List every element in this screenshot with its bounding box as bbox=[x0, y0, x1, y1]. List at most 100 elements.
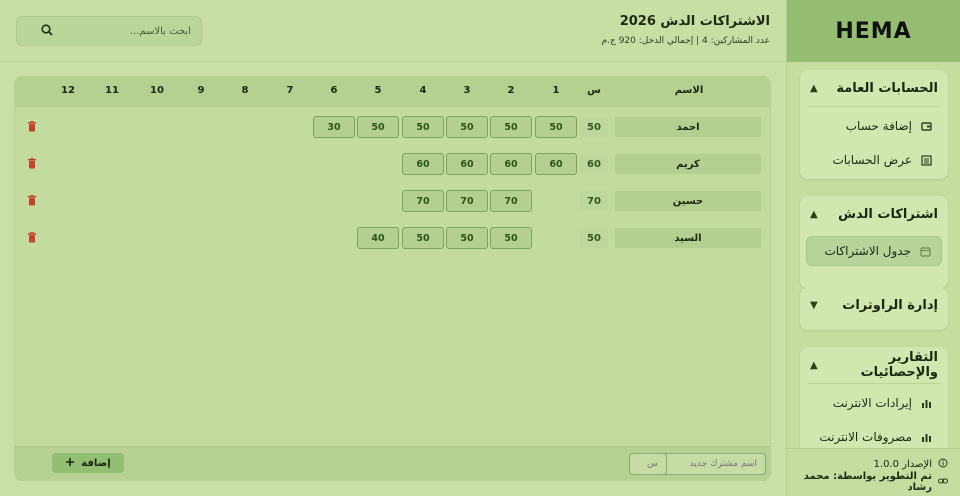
table-row: كريم 60 60 60 60 60 bbox=[15, 151, 770, 179]
section-header-general-accounts[interactable]: الحسابات العامة ▲ bbox=[800, 70, 948, 106]
section-header-reports[interactable]: التقارير والإحصائيات ▲ bbox=[800, 347, 948, 383]
row-s-value[interactable]: 50 bbox=[580, 228, 608, 248]
top-header: الاشتراكات الدش 2026 عدد المشاركين: 4 | … bbox=[0, 0, 786, 62]
row-name[interactable]: احمد bbox=[615, 117, 761, 137]
section-routers: إدارة الراوترات ▼ bbox=[800, 288, 948, 330]
row-name[interactable]: السيد bbox=[615, 228, 761, 248]
sidebar-nav: الحسابات العامة ▲ إضافة حساب عرض الحسابا… bbox=[787, 62, 960, 448]
payment-cell[interactable]: 60 bbox=[535, 153, 577, 175]
sidebar-item-internet-expenses[interactable]: مصروفات الانترنت bbox=[806, 422, 942, 448]
payment-cell[interactable]: 30 bbox=[313, 116, 355, 138]
column-header-month: 9 bbox=[197, 85, 205, 96]
developer-line[interactable]: تم التطوير بواسطة: محمد رشاد bbox=[799, 471, 948, 493]
sidebar: HEMA الحسابات العامة ▲ إضافة حساب عرض ال… bbox=[786, 0, 960, 496]
section-general-accounts: الحسابات العامة ▲ إضافة حساب عرض الحسابا… bbox=[800, 70, 948, 179]
list-icon bbox=[920, 154, 932, 166]
search-input[interactable] bbox=[61, 25, 191, 37]
link-icon bbox=[938, 476, 948, 489]
add-subscriber-form: إضافة bbox=[15, 446, 770, 480]
column-header-month: 4 bbox=[419, 85, 427, 96]
payment-cell[interactable]: 50 bbox=[535, 116, 577, 138]
search-box[interactable] bbox=[16, 16, 202, 46]
sidebar-item-internet-revenue[interactable]: إيرادات الانترنت bbox=[806, 388, 942, 418]
chevron-down-icon: ▼ bbox=[810, 299, 818, 311]
page-title: الاشتراكات الدش 2026 bbox=[619, 14, 770, 29]
column-header-month: 6 bbox=[330, 85, 338, 96]
payment-cell[interactable]: 50 bbox=[357, 116, 399, 138]
payment-cell[interactable]: 60 bbox=[446, 153, 488, 175]
payment-cell[interactable]: 50 bbox=[446, 227, 488, 249]
version-text: الإصدار 1.0.0 bbox=[873, 458, 932, 470]
column-header-month: 10 bbox=[150, 85, 164, 96]
add-button[interactable]: إضافة bbox=[52, 453, 124, 473]
payment-cell[interactable]: 70 bbox=[490, 190, 532, 212]
section-reports: التقارير والإحصائيات ▲ إيرادات الانترنت … bbox=[800, 347, 948, 448]
payment-cell[interactable]: 70 bbox=[446, 190, 488, 212]
section-header-routers[interactable]: إدارة الراوترات ▼ bbox=[800, 289, 948, 321]
sidebar-item-view-accounts[interactable]: عرض الحسابات bbox=[806, 145, 942, 175]
column-header-month: 7 bbox=[286, 85, 294, 96]
row-name[interactable]: حسين bbox=[615, 191, 761, 211]
column-header-month: 8 bbox=[241, 85, 249, 96]
payment-cell[interactable]: 50 bbox=[490, 116, 532, 138]
column-header-month: 3 bbox=[463, 85, 471, 96]
search-icon[interactable] bbox=[41, 23, 53, 39]
payment-cell[interactable]: 50 bbox=[402, 116, 444, 138]
column-header-s: س bbox=[587, 85, 601, 96]
column-header-month: 12 bbox=[61, 85, 75, 96]
column-header-month: 2 bbox=[507, 85, 515, 96]
divider bbox=[808, 106, 940, 107]
column-header-month: 11 bbox=[105, 85, 119, 96]
trash-icon[interactable] bbox=[27, 158, 39, 170]
table-row: السيد 50 50 50 50 40 bbox=[15, 225, 770, 253]
chevron-up-icon: ▲ bbox=[810, 82, 818, 94]
payment-cell[interactable]: 70 bbox=[402, 190, 444, 212]
payment-cell[interactable]: 60 bbox=[490, 153, 532, 175]
row-s-value[interactable]: 50 bbox=[580, 117, 608, 137]
calendar-icon bbox=[919, 245, 931, 257]
section-title: إدارة الراوترات bbox=[842, 297, 938, 313]
row-s-value[interactable]: 60 bbox=[580, 154, 608, 174]
chevron-up-icon: ▲ bbox=[810, 208, 818, 220]
developer-text: تم التطوير بواسطة: محمد رشاد bbox=[803, 471, 932, 493]
sidebar-footer: الإصدار 1.0.0 تم التطوير بواسطة: محمد رش… bbox=[787, 448, 960, 496]
section-title: اشتراكات الدش bbox=[838, 206, 938, 222]
payment-cell[interactable]: 50 bbox=[446, 116, 488, 138]
payment-cell[interactable]: 50 bbox=[402, 227, 444, 249]
payment-cell[interactable]: 60 bbox=[402, 153, 444, 175]
info-icon bbox=[938, 458, 948, 471]
trash-icon[interactable] bbox=[27, 195, 39, 207]
row-s-value[interactable]: 70 bbox=[580, 191, 608, 211]
section-title: التقارير والإحصائيات bbox=[860, 350, 938, 380]
brand-logo: HEMA bbox=[787, 0, 960, 62]
section-dish-subscriptions: اشتراكات الدش ▲ جدول الاشتراكات bbox=[800, 196, 948, 288]
sidebar-item-add-account[interactable]: إضافة حساب bbox=[806, 111, 942, 141]
sidebar-item-label: جدول الاشتراكات bbox=[824, 244, 911, 258]
row-name[interactable]: كريم bbox=[615, 154, 761, 174]
column-header-month: 5 bbox=[374, 85, 382, 96]
wallet-icon bbox=[920, 120, 932, 132]
sidebar-item-label: إضافة حساب bbox=[845, 119, 912, 133]
bar-chart-icon bbox=[920, 397, 932, 409]
sidebar-item-label: إيرادات الانترنت bbox=[832, 396, 912, 410]
payment-cell[interactable]: 50 bbox=[490, 227, 532, 249]
bar-chart-icon bbox=[920, 431, 932, 443]
section-title: الحسابات العامة bbox=[836, 80, 938, 96]
table-row: احمد 50 50 50 50 50 50 30 bbox=[15, 114, 770, 142]
sidebar-item-label: عرض الحسابات bbox=[832, 153, 913, 167]
subscriptions-table: الاسم س 1 2 3 4 5 6 7 8 9 10 11 12 احمد … bbox=[14, 76, 771, 481]
section-header-dish-subscriptions[interactable]: اشتراكات الدش ▲ bbox=[800, 196, 948, 232]
column-header-month: 1 bbox=[552, 85, 560, 96]
chevron-up-icon: ▲ bbox=[810, 359, 818, 371]
sidebar-item-label: مصروفات الانترنت bbox=[819, 430, 912, 444]
new-subscriber-s-input[interactable] bbox=[629, 453, 667, 475]
table-header: الاسم س 1 2 3 4 5 6 7 8 9 10 11 12 bbox=[15, 77, 770, 107]
payment-cell[interactable]: 40 bbox=[357, 227, 399, 249]
trash-icon[interactable] bbox=[27, 232, 39, 244]
trash-icon[interactable] bbox=[27, 121, 39, 133]
table-row: حسين 70 70 70 70 bbox=[15, 188, 770, 216]
add-button-label: إضافة bbox=[81, 457, 111, 469]
page-subtitle: عدد المشاركين: 4 | إجمالي الدخل: 920 ج.م bbox=[601, 36, 770, 46]
divider bbox=[808, 383, 940, 384]
sidebar-item-subscriptions-table[interactable]: جدول الاشتراكات bbox=[806, 236, 942, 266]
